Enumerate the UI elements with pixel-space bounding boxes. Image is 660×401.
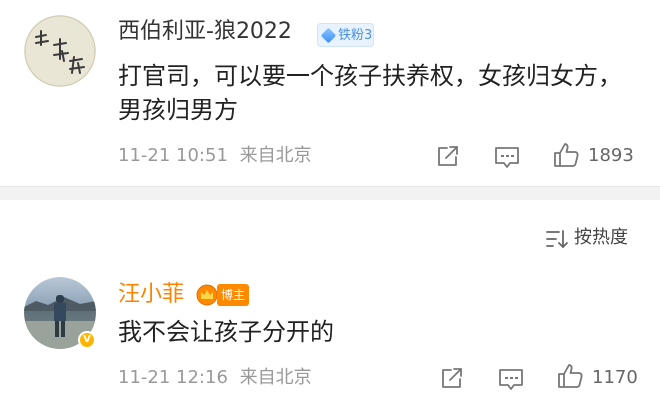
comment-text: 我不会让孩子分开的 [118, 318, 334, 346]
avatar[interactable] [24, 15, 96, 87]
fan-badge-label: 铁粉3 [338, 28, 373, 43]
comment-username[interactable]: 西伯利亚-狼2022 [118, 18, 292, 46]
comment-location: 来自北京 [239, 145, 312, 166]
comment-icon[interactable] [498, 367, 524, 395]
host-badge: 博主 [217, 284, 249, 306]
like-count: 1170 [592, 367, 638, 388]
crown-icon [195, 284, 219, 306]
comment-date: 11-21 10:51 [118, 145, 228, 166]
comment-location: 来自北京 [239, 367, 312, 388]
section-divider [0, 186, 660, 200]
avatar-calligraphy-image [24, 15, 96, 87]
like-count: 1893 [588, 145, 634, 166]
comment-username[interactable]: 汪小菲 [118, 281, 184, 309]
sort-icon[interactable] [545, 229, 569, 253]
comment-text: 打官司，可以要一个孩子扶养权，女孩归女方，男孩归男方 [118, 62, 622, 124]
like-icon[interactable] [556, 362, 584, 394]
share-icon[interactable] [440, 366, 464, 394]
fan-badge: 铁粉3 [317, 23, 374, 47]
comment-meta: 11-21 10:51 来自北京 [118, 144, 318, 168]
comment-date: 11-21 12:16 [118, 367, 228, 388]
comment-icon[interactable] [494, 145, 520, 173]
diamond-icon [320, 27, 337, 44]
verified-icon: V [78, 331, 96, 349]
share-icon[interactable] [436, 144, 460, 172]
comment-meta: 11-21 12:16 来自北京 [118, 366, 318, 390]
sort-by-hot-button[interactable]: 按热度 [574, 226, 628, 250]
like-icon[interactable] [552, 141, 580, 173]
